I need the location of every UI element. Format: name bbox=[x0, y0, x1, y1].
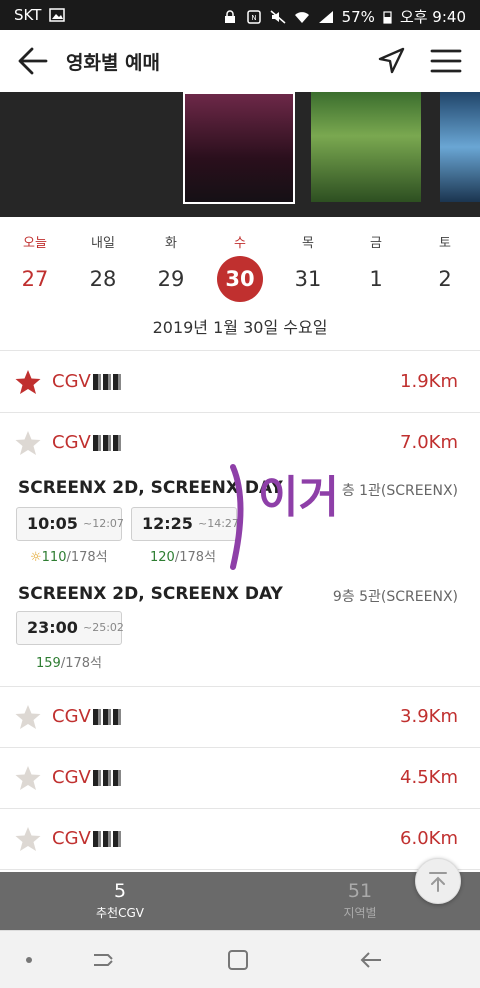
day-number: 29 bbox=[157, 267, 185, 291]
theater-row[interactable]: CGV 6.0Km bbox=[0, 809, 480, 870]
day-name: 금 bbox=[370, 236, 382, 251]
end-time: ~12:07 bbox=[83, 517, 124, 530]
tab-label: 지역별 bbox=[343, 906, 377, 920]
star-outline-icon[interactable] bbox=[14, 764, 42, 792]
showtime-button[interactable]: 23:00 ~25:02 bbox=[16, 611, 124, 645]
morning-sun-icon: ☼ bbox=[30, 550, 42, 565]
movie-poster[interactable] bbox=[440, 92, 480, 202]
day-name: 오늘 bbox=[23, 236, 47, 251]
seat-count: 120/178석 bbox=[150, 550, 216, 565]
navigation-icon[interactable] bbox=[376, 46, 406, 76]
seat-count: 159/178석 bbox=[36, 656, 102, 671]
start-time: 12:25 bbox=[142, 514, 193, 533]
day-number: 2 bbox=[438, 267, 452, 291]
tab-count: 5 bbox=[113, 880, 127, 902]
date-item[interactable]: 토 2 bbox=[417, 218, 473, 294]
scroll-top-button[interactable] bbox=[415, 858, 461, 904]
wifi-icon bbox=[294, 11, 309, 23]
star-outline-icon[interactable] bbox=[14, 429, 42, 457]
nfc-icon: N bbox=[246, 9, 261, 24]
mute-icon bbox=[270, 9, 286, 24]
gallery-icon bbox=[49, 8, 66, 22]
day-name: 수 bbox=[234, 236, 246, 251]
back-arrow-icon[interactable] bbox=[16, 44, 50, 78]
page-title: 영화별 예매 bbox=[66, 52, 161, 74]
theater-row[interactable]: CGV 4.5Km bbox=[0, 748, 480, 809]
theater-row[interactable]: CGV 1.9Km bbox=[0, 352, 480, 413]
date-item[interactable]: 내일 28 bbox=[75, 218, 131, 294]
showtime-button[interactable]: 12:25 ~14:27 bbox=[131, 507, 239, 541]
theater-distance: 6.0Km bbox=[400, 828, 458, 849]
signal-icon bbox=[318, 10, 333, 23]
back-icon[interactable] bbox=[358, 947, 384, 973]
status-bar: SKT N 57% 오후 9:40 bbox=[0, 0, 480, 30]
day-name: 목 bbox=[302, 236, 314, 251]
selected-date-label: 2019년 1월 30일 수요일 bbox=[152, 318, 328, 337]
theater-name: CGV bbox=[52, 371, 123, 392]
handwritten-annotation: 이거 bbox=[230, 462, 350, 572]
day-number: 27 bbox=[21, 267, 49, 291]
day-number: 31 bbox=[294, 267, 322, 291]
lock-icon bbox=[224, 9, 235, 23]
battery-label: 57% bbox=[341, 7, 375, 26]
theater-distance: 1.9Km bbox=[400, 371, 458, 392]
dot-icon[interactable] bbox=[16, 947, 42, 973]
star-filled-icon[interactable] bbox=[14, 368, 42, 396]
theater-name: CGV bbox=[52, 432, 123, 453]
date-item[interactable]: 오늘 27 bbox=[7, 218, 63, 294]
day-number: 30 bbox=[217, 256, 263, 302]
recent-apps-icon[interactable] bbox=[90, 947, 116, 973]
date-item[interactable]: 금 1 bbox=[348, 218, 404, 294]
home-icon[interactable] bbox=[225, 947, 251, 973]
tab-label: 추천CGV bbox=[96, 906, 144, 920]
theater-distance: 3.9Km bbox=[400, 706, 458, 727]
start-time: 23:00 bbox=[27, 618, 78, 637]
day-name: 내일 bbox=[91, 236, 115, 251]
tab-recommended-cgv[interactable]: 5 추천CGV bbox=[60, 880, 180, 921]
system-navigation-bar bbox=[0, 930, 480, 988]
theater-distance: 4.5Km bbox=[400, 767, 458, 788]
hall-label: 층 1관(SCREENX) bbox=[341, 483, 458, 499]
star-outline-icon[interactable] bbox=[14, 703, 42, 731]
star-outline-icon[interactable] bbox=[14, 825, 42, 853]
theater-name: CGV bbox=[52, 706, 123, 727]
date-item[interactable]: 화 29 bbox=[143, 218, 199, 294]
movie-poster-carousel[interactable] bbox=[0, 92, 480, 217]
showtime-button[interactable]: 10:05 ~12:07 bbox=[16, 507, 124, 541]
annotation-text: 이거 bbox=[258, 472, 339, 523]
day-name: 토 bbox=[439, 236, 451, 251]
theater-distance: 7.0Km bbox=[400, 432, 458, 453]
date-item[interactable]: 목 31 bbox=[280, 218, 336, 294]
time-label: 오후 9:40 bbox=[399, 8, 466, 26]
movie-poster-selected[interactable] bbox=[183, 92, 295, 204]
end-time: ~25:02 bbox=[83, 621, 124, 634]
day-number: 1 bbox=[369, 267, 383, 291]
day-name: 화 bbox=[165, 236, 177, 251]
date-selector: 오늘 27 내일 28 화 29 수 30 목 31 금 1 토 2 2019년… bbox=[0, 218, 480, 351]
theater-row[interactable]: CGV 3.9Km bbox=[0, 687, 480, 748]
bottom-tab-bar: 5 추천CGV 51 지역별 bbox=[0, 872, 480, 930]
seat-count: ☼110/178석 bbox=[30, 550, 108, 565]
tab-by-region[interactable]: 51 지역별 bbox=[300, 880, 420, 921]
arrow-up-icon bbox=[429, 872, 447, 892]
movie-poster[interactable] bbox=[311, 92, 421, 202]
carrier-label: SKT bbox=[14, 6, 42, 24]
theater-name: CGV bbox=[52, 767, 123, 788]
tab-count: 51 bbox=[347, 880, 373, 902]
battery-icon bbox=[383, 10, 392, 24]
hamburger-menu-icon[interactable] bbox=[430, 46, 462, 76]
start-time: 10:05 bbox=[27, 514, 78, 533]
app-bar: 영화별 예매 bbox=[0, 30, 480, 93]
hall-label: 9층 5관(SCREENX) bbox=[332, 589, 458, 605]
svg-text:N: N bbox=[251, 14, 256, 22]
date-item-selected[interactable]: 수 30 bbox=[212, 218, 268, 302]
screen-format: SCREENX 2D, SCREENX DAY bbox=[18, 584, 283, 604]
theater-name: CGV bbox=[52, 828, 123, 849]
day-number: 28 bbox=[89, 267, 117, 291]
